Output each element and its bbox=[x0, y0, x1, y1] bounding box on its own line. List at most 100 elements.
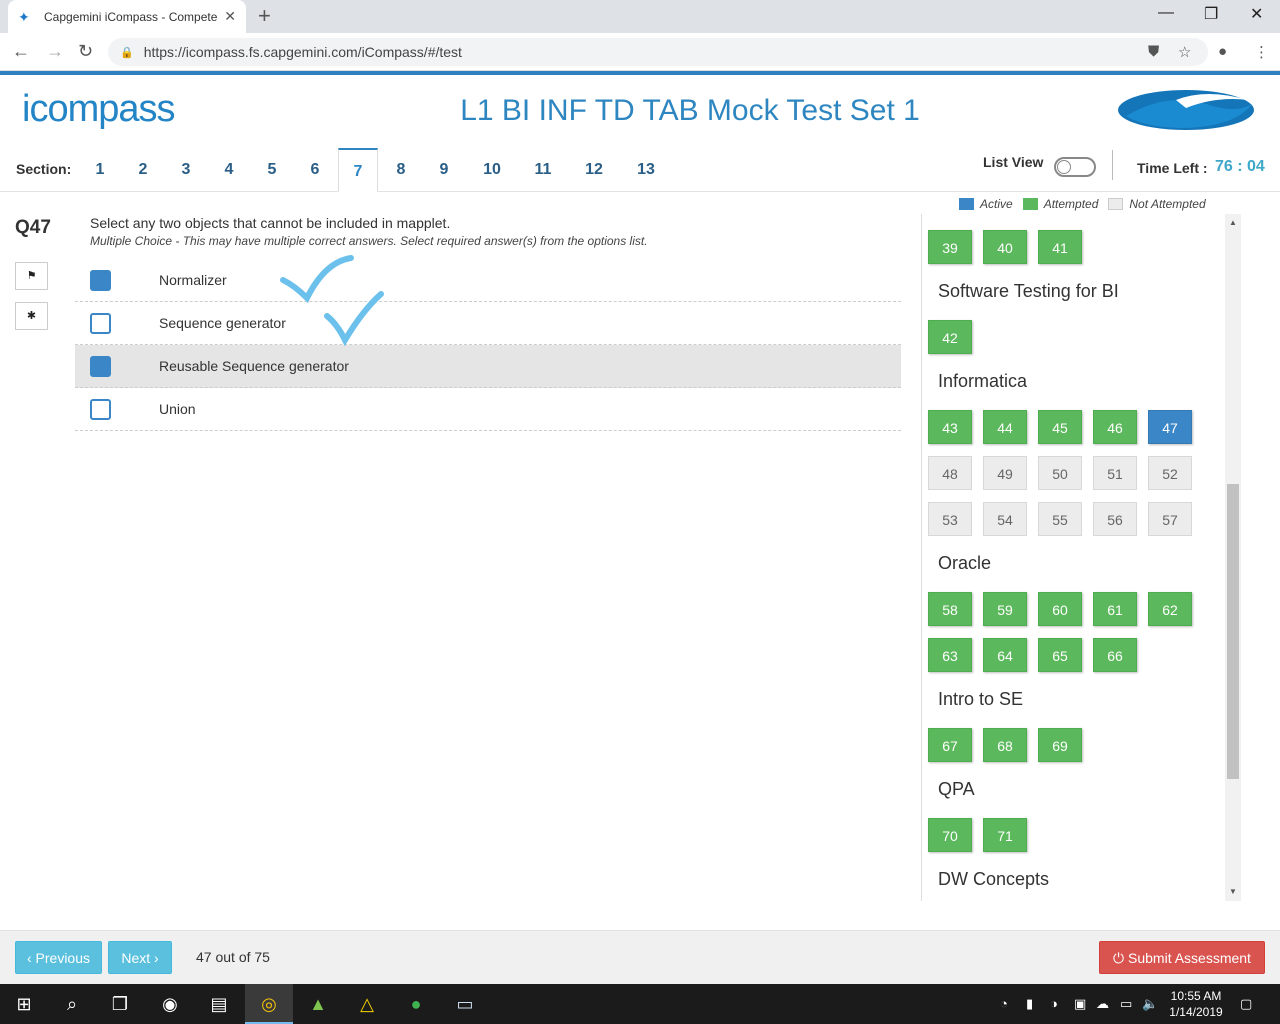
next-button[interactable]: Next › bbox=[108, 941, 172, 974]
palette-question-67[interactable]: 67 bbox=[928, 728, 972, 762]
app-icon[interactable]: ▲ bbox=[306, 992, 330, 1016]
system-clock[interactable]: 10:55 AM 1/14/2019 bbox=[1166, 988, 1226, 1020]
palette-question-55[interactable]: 55 bbox=[1038, 502, 1082, 536]
section-tab-1[interactable]: 1 bbox=[80, 148, 120, 192]
palette-question-44[interactable]: 44 bbox=[983, 410, 1027, 444]
palette-question-41[interactable]: 41 bbox=[1038, 230, 1082, 264]
volume-icon[interactable]: 🔈 bbox=[1142, 996, 1158, 1012]
cloud-icon[interactable]: ☁ bbox=[1096, 996, 1109, 1012]
report-bug-button[interactable]: ✱ bbox=[15, 302, 48, 330]
option-checkbox[interactable] bbox=[90, 398, 111, 420]
dbeaver-icon[interactable]: ● bbox=[404, 992, 428, 1016]
skype-icon[interactable]: ◔ bbox=[1000, 996, 1008, 1011]
palette-question-61[interactable]: 61 bbox=[1093, 592, 1137, 626]
eclipse-icon[interactable]: ◉ bbox=[158, 992, 182, 1016]
section-tab-11[interactable]: 11 bbox=[521, 148, 565, 192]
section-tab-9[interactable]: 9 bbox=[424, 148, 464, 192]
section-tab-6[interactable]: 6 bbox=[295, 148, 335, 192]
bookmark-star-icon[interactable]: ☆ bbox=[1178, 43, 1191, 61]
section-tab-5[interactable]: 5 bbox=[252, 148, 292, 192]
legend-swatch bbox=[959, 198, 974, 210]
section-tab-10[interactable]: 10 bbox=[470, 148, 514, 192]
new-tab-icon[interactable]: + bbox=[258, 5, 271, 27]
palette-question-46[interactable]: 46 bbox=[1093, 410, 1137, 444]
section-tab-12[interactable]: 12 bbox=[572, 148, 616, 192]
site-info-icon[interactable]: ⛊ bbox=[1148, 43, 1159, 60]
option-checkbox[interactable] bbox=[90, 312, 111, 334]
flag-button[interactable]: ⚑ bbox=[15, 262, 48, 290]
option-checkbox[interactable] bbox=[90, 269, 111, 291]
palette-question-58[interactable]: 58 bbox=[928, 592, 972, 626]
palette-question-65[interactable]: 65 bbox=[1038, 638, 1082, 672]
scroll-up-icon[interactable]: ▲ bbox=[1229, 218, 1237, 227]
profile-icon[interactable]: ● bbox=[1218, 43, 1227, 60]
section-tab-8[interactable]: 8 bbox=[381, 148, 421, 192]
reload-icon[interactable]: ↻ bbox=[78, 41, 93, 62]
database-icon[interactable]: ▤ bbox=[207, 992, 231, 1016]
restore-icon[interactable]: ❐ bbox=[1204, 4, 1218, 24]
tray-app-icon[interactable]: ▮ bbox=[1026, 996, 1033, 1012]
back-icon[interactable]: ← bbox=[12, 41, 30, 62]
palette-question-39[interactable]: 39 bbox=[928, 230, 972, 264]
window-app-icon[interactable]: ▭ bbox=[453, 992, 477, 1016]
palette-question-69[interactable]: 69 bbox=[1038, 728, 1082, 762]
question-palette[interactable]: 39 40 41 Software Testing for BI 42 Informati… bbox=[921, 214, 1227, 901]
palette-question-43[interactable]: 43 bbox=[928, 410, 972, 444]
palette-question-45[interactable]: 45 bbox=[1038, 410, 1082, 444]
scroll-down-icon[interactable]: ▼ bbox=[1229, 887, 1237, 896]
palette-question-47[interactable]: 47 bbox=[1148, 410, 1192, 444]
palette-question-50[interactable]: 50 bbox=[1038, 456, 1082, 490]
search-icon[interactable]: ⌕ bbox=[60, 992, 84, 1016]
tray-app2-icon[interactable]: ▣ bbox=[1074, 996, 1086, 1012]
minimize-icon[interactable]: — bbox=[1158, 4, 1174, 22]
tray-globe-icon[interactable]: ◑ bbox=[1050, 996, 1058, 1011]
palette-question-54[interactable]: 54 bbox=[983, 502, 1027, 536]
section-tab-13[interactable]: 13 bbox=[624, 148, 668, 192]
answer-option[interactable]: Reusable Sequence generator bbox=[75, 345, 901, 388]
palette-question-53[interactable]: 53 bbox=[928, 502, 972, 536]
warning-app-icon[interactable]: △ bbox=[355, 992, 379, 1016]
palette-question-52[interactable]: 52 bbox=[1148, 456, 1192, 490]
scrollbar-thumb[interactable] bbox=[1227, 484, 1239, 779]
list-view-toggle[interactable] bbox=[1054, 157, 1096, 177]
palette-question-68[interactable]: 68 bbox=[983, 728, 1027, 762]
palette-question-57[interactable]: 57 bbox=[1148, 502, 1192, 536]
close-window-icon[interactable]: ✕ bbox=[1250, 4, 1263, 24]
submit-assessment-button[interactable]: ⏻ Submit Assessment bbox=[1099, 941, 1265, 974]
palette-question-60[interactable]: 60 bbox=[1038, 592, 1082, 626]
option-checkbox[interactable] bbox=[90, 355, 111, 377]
answer-option[interactable]: Sequence generator bbox=[75, 302, 901, 345]
palette-question-40[interactable]: 40 bbox=[983, 230, 1027, 264]
palette-question-63[interactable]: 63 bbox=[928, 638, 972, 672]
palette-question-49[interactable]: 49 bbox=[983, 456, 1027, 490]
windows-start-icon[interactable]: ⊞ bbox=[12, 992, 36, 1016]
section-tab-4[interactable]: 4 bbox=[209, 148, 249, 192]
notifications-icon[interactable]: ▢ bbox=[1240, 996, 1252, 1012]
forward-icon[interactable]: → bbox=[46, 41, 64, 62]
palette-question-62[interactable]: 62 bbox=[1148, 592, 1192, 626]
previous-button[interactable]: ‹ Previous bbox=[15, 941, 102, 974]
palette-scrollbar[interactable]: ▲ ▼ bbox=[1225, 214, 1241, 901]
browser-tab[interactable]: ✦ Capgemini iCompass - Competen ✕ bbox=[8, 0, 246, 33]
section-tab-3[interactable]: 3 bbox=[166, 148, 206, 192]
palette-question-51[interactable]: 51 bbox=[1093, 456, 1137, 490]
network-icon[interactable]: ▭ bbox=[1120, 996, 1132, 1012]
palette-question-71[interactable]: 71 bbox=[983, 818, 1027, 852]
palette-question-42[interactable]: 42 bbox=[928, 320, 972, 354]
answer-option[interactable]: Normalizer bbox=[75, 259, 901, 302]
palette-question-64[interactable]: 64 bbox=[983, 638, 1027, 672]
palette-question-48[interactable]: 48 bbox=[928, 456, 972, 490]
palette-question-59[interactable]: 59 bbox=[983, 592, 1027, 626]
close-tab-icon[interactable]: ✕ bbox=[224, 8, 236, 25]
palette-question-70[interactable]: 70 bbox=[928, 818, 972, 852]
answer-option[interactable]: Union bbox=[75, 388, 901, 431]
menu-dots-icon[interactable]: ⋮ bbox=[1254, 43, 1269, 61]
palette-question-66[interactable]: 66 bbox=[1093, 638, 1137, 672]
palette-question-56[interactable]: 56 bbox=[1093, 502, 1137, 536]
lock-icon: 🔒 bbox=[120, 46, 134, 59]
task-view-icon[interactable]: ❐ bbox=[108, 992, 132, 1016]
section-tab-7[interactable]: 7 bbox=[338, 148, 378, 192]
section-tab-2[interactable]: 2 bbox=[123, 148, 163, 192]
chrome-icon[interactable]: ◎ bbox=[257, 992, 281, 1016]
url-field[interactable]: 🔒 https://icompass.fs.capgemini.com/iCom… bbox=[108, 38, 1208, 66]
